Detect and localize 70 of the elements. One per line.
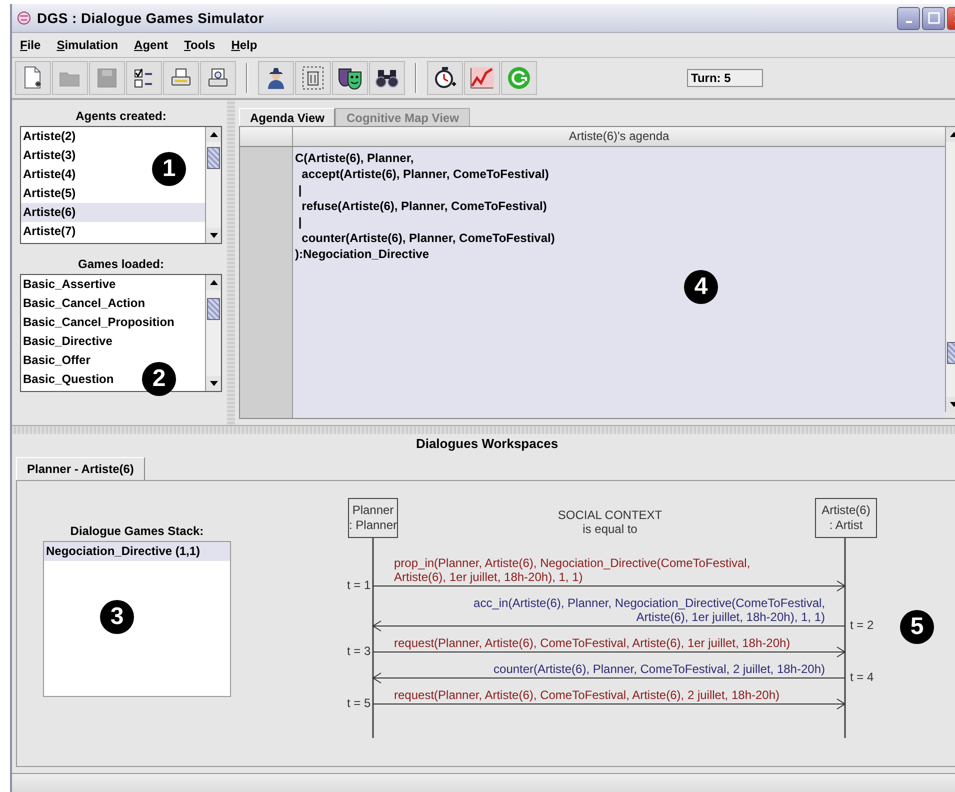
time-label: t = 3: [347, 644, 371, 658]
turn-field: Turn: 5: [687, 69, 763, 87]
scrollbar-thumb[interactable]: [207, 147, 220, 169]
toolbar-button[interactable]: [163, 61, 199, 95]
list-item[interactable]: Artiste(2): [21, 127, 76, 146]
toolbar-button[interactable]: [200, 61, 236, 95]
toolbar-button[interactable]: [427, 61, 463, 95]
print-preview-icon: [207, 67, 229, 89]
toolbar-button[interactable]: [258, 61, 294, 95]
time-label: t = 5: [347, 696, 371, 710]
list-item[interactable]: Artiste(7): [21, 222, 76, 241]
up-arrow-icon[interactable]: [210, 132, 218, 137]
trash-icon: [302, 66, 324, 90]
menu-item[interactable]: Simulation: [50, 36, 124, 54]
column-header: Artiste(6)'s agenda: [568, 128, 670, 145]
window-title: DGS : Dialogue Games Simulator: [37, 10, 264, 26]
list-title: Dialogue Games Stack:: [69, 523, 205, 540]
app-icon: [16, 10, 32, 26]
toolbar-button[interactable]: [369, 61, 405, 95]
scrollbar[interactable]: [205, 127, 221, 243]
scrollbar[interactable]: [205, 275, 221, 391]
menu-item[interactable]: File: [14, 36, 47, 54]
maximize-icon: [928, 12, 940, 24]
list-item[interactable]: Artiste(4): [21, 165, 76, 184]
list-item[interactable]: Basic_Cancel_Action: [21, 294, 146, 313]
stopwatch-icon: [433, 66, 457, 90]
tab[interactable]: Planner - Artiste(6): [16, 457, 145, 480]
list-title: Agents created:: [74, 108, 168, 125]
up-arrow-icon[interactable]: [210, 280, 218, 285]
scrollbar-thumb[interactable]: [207, 298, 220, 320]
section-title: Dialogues Workspaces: [414, 435, 560, 453]
list-item[interactable]: Artiste(5): [21, 184, 76, 203]
list-item[interactable]: Artiste(6): [21, 203, 205, 222]
down-arrow-icon[interactable]: [210, 233, 218, 238]
toolbar-button[interactable]: [295, 61, 331, 95]
list-item[interactable]: Negociation_Directive (1,1): [44, 542, 230, 561]
time-label: t = 2: [850, 618, 874, 632]
line-chart-icon: [469, 66, 495, 90]
lifeline-head: Artiste(6) : Artist: [815, 498, 877, 538]
list-item[interactable]: Basic_Offer: [21, 351, 90, 370]
menu-item[interactable]: Help: [225, 36, 264, 54]
time-label: t = 1: [347, 578, 371, 592]
lifeline-head: Planner : Planner: [348, 498, 398, 538]
time-label: t = 4: [850, 670, 874, 684]
message-label: request(Planner, Artiste(6), ComeToFestival, Artiste(6), 2 juillet, 18h-20h): [394, 688, 780, 702]
list-item[interactable]: Basic_Cancel_Proposition: [21, 313, 174, 332]
refresh-icon: [507, 66, 531, 90]
binoculars-icon: [375, 67, 399, 89]
down-arrow-icon[interactable]: [210, 381, 218, 386]
list-title: Games loaded:: [76, 256, 166, 273]
list-item[interactable]: Basic_Directive: [21, 332, 112, 351]
minimize-icon: [906, 21, 912, 23]
new-document-icon: [23, 66, 43, 90]
list-item[interactable]: Artiste(3): [21, 146, 76, 165]
list-item[interactable]: Basic_Assertive: [21, 275, 116, 294]
list-item[interactable]: Basic_Question: [21, 370, 114, 389]
message-label: acc_in(Artiste(6), Planner, Negociation_Directive(ComeToFestival, Artiste(6), 1er juillet, 18h-20h), 1, 1): [474, 596, 825, 624]
menu-item[interactable]: Agent: [128, 36, 174, 54]
social-context-label: SOCIAL CONTEXT is equal to: [556, 508, 664, 536]
minimize-button[interactable]: [897, 6, 920, 30]
toolbar-button[interactable]: [332, 61, 368, 95]
message-label: counter(Artiste(6), Planner, ComeToFestival, 2 juillet, 18h-20h): [494, 662, 825, 676]
checklist-icon: [133, 67, 155, 89]
theater-masks-icon: [337, 66, 363, 90]
toolbar-button[interactable]: [126, 61, 162, 95]
message-label: request(Planner, Artiste(6), ComeToFestival, Artiste(6), 1er juillet, 18h-20h): [394, 636, 790, 650]
message-label: prop_in(Planner, Artiste(6), Negociation_Directive(ComeToFestival, Artiste(6), 1er juillet, 18h-20h), 1, 1): [394, 556, 750, 584]
menu-item[interactable]: Tools: [178, 36, 222, 54]
tab[interactable]: Agenda View: [239, 108, 336, 126]
maximize-button[interactable]: [922, 6, 945, 30]
